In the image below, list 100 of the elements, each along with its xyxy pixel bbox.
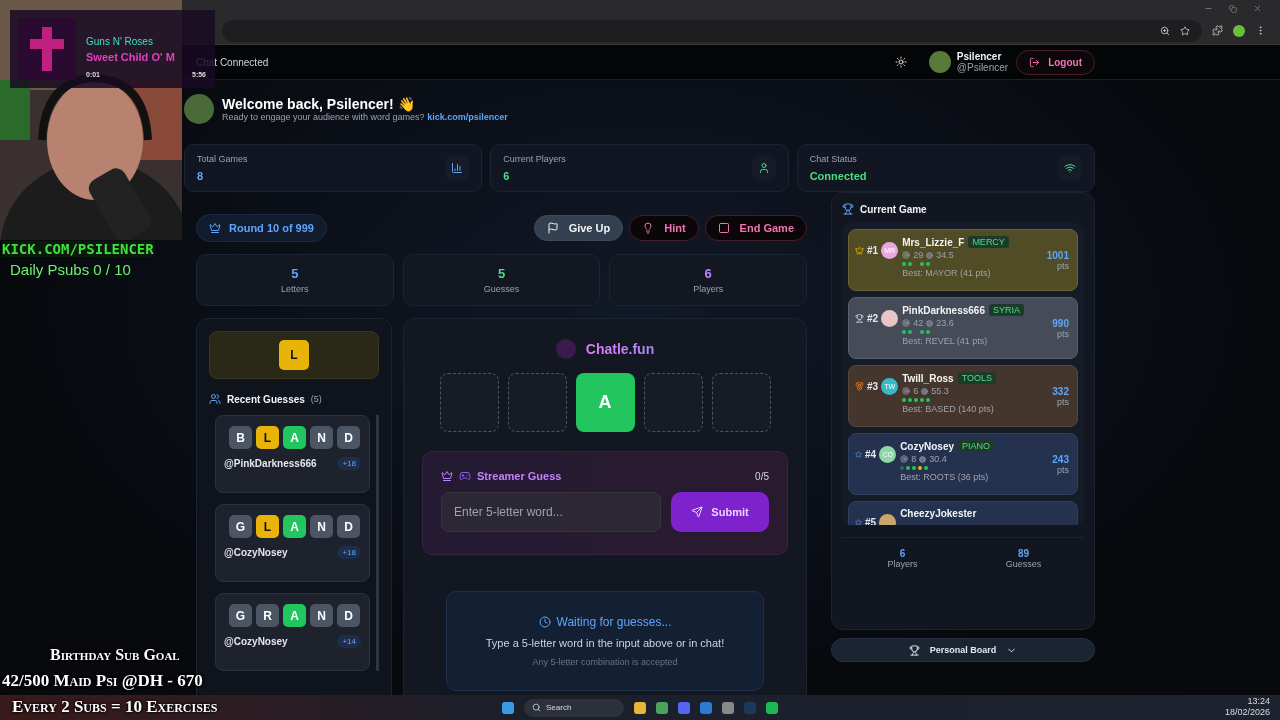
send-icon <box>691 506 704 518</box>
stat-value: 6 <box>503 170 511 182</box>
waiting-title: Waiting for guesses... <box>556 615 672 629</box>
waiting-text: Type a 5-letter word in the input above or in chat! <box>485 637 725 649</box>
guess-dots <box>902 330 931 334</box>
player-name: PinkDarkness666 <box>902 304 985 316</box>
give-up-button[interactable]: Give Up <box>533 215 624 241</box>
total-label: Players <box>886 559 919 569</box>
player-points: 990 <box>1052 317 1069 329</box>
taskbar-search[interactable]: Search <box>524 698 624 717</box>
points-badge: +18 <box>337 457 361 470</box>
letter-tile: D <box>337 604 360 627</box>
guess-user: @CozyNosey <box>224 547 288 558</box>
game-stat-value: 5 <box>291 266 299 281</box>
letter-tile: A <box>283 426 306 449</box>
average-time: 30.4 <box>929 454 947 464</box>
brand-title: Chatle.fun <box>585 341 655 357</box>
logout-button[interactable]: Logout <box>1016 49 1095 75</box>
guess-total: 6 <box>913 386 919 396</box>
waiting-note: Any 5-letter combination is accepted <box>532 657 678 667</box>
letter-tile: G <box>229 604 252 627</box>
end-game-button[interactable]: End Game <box>704 215 807 241</box>
player-points: 243 <box>1052 453 1069 465</box>
stat-label: Chat Status <box>809 154 858 164</box>
stat-label: Total Games <box>197 154 249 164</box>
theme-toggle-icon[interactable] <box>894 56 907 68</box>
best-word: Best: ROOTS (36 pts) <box>900 472 990 482</box>
player-name: Twill_Ross <box>902 372 954 384</box>
crown-icon <box>209 222 221 234</box>
best-word: Best: BASED (140 pts) <box>902 404 995 414</box>
total-label: Guesses <box>1004 559 1043 569</box>
letter-tile: A <box>575 373 635 432</box>
square-icon <box>717 222 730 234</box>
submit-button[interactable]: Submit <box>671 492 769 532</box>
profile-avatar[interactable] <box>1233 24 1245 37</box>
letter-tile: D <box>337 515 360 538</box>
player-rank: #1 <box>867 245 879 256</box>
points-unit: pts <box>1056 328 1069 339</box>
word-tag: MERCY <box>968 236 1009 248</box>
letter-tile: R <box>256 604 279 627</box>
app-icon[interactable] <box>700 701 712 714</box>
average-time: 34.5 <box>936 250 954 260</box>
round-badge: Round 10 of 999 <box>196 214 327 242</box>
player-name: Mrs_Lizzie_F <box>902 236 965 248</box>
crown-icon <box>441 470 453 482</box>
player-rank: #4 <box>865 449 877 460</box>
game-stat-value: 6 <box>704 266 712 281</box>
points-unit: pts <box>1056 260 1069 271</box>
streamer-guess-title: Streamer Guess <box>477 470 562 482</box>
users-icon <box>209 393 221 405</box>
letter-tile: N <box>310 515 333 538</box>
close-icon[interactable] <box>1253 4 1262 13</box>
guess-user: @PinkDarkness666 <box>224 458 317 469</box>
welcome-title: Welcome back, Psilencer! 👋 <box>222 96 416 112</box>
current-game-title: Current Game <box>860 203 927 215</box>
welcome-subtitle: Ready to engage your audience with word games? kick.com/psilencer <box>222 112 508 122</box>
points-unit: pts <box>1056 464 1069 475</box>
guess-total: 42 <box>913 318 924 328</box>
channel-link[interactable]: kick.com/psilencer <box>427 112 508 122</box>
total-value: 6 <box>898 548 907 559</box>
player-points: 332 <box>1052 385 1069 397</box>
hint-button[interactable]: Hint <box>629 215 699 241</box>
logout-icon <box>1029 56 1041 68</box>
user-handle: @Psilencer <box>956 62 1009 73</box>
trophy-icon <box>842 203 854 215</box>
goal-text: Every 2 Subs = 10 Exercises <box>11 696 218 718</box>
best-word: Best: REVEL (41 pts) <box>902 336 989 346</box>
letter-tile: L <box>256 515 279 538</box>
flag-icon <box>546 222 559 234</box>
wifi-icon <box>1064 162 1076 174</box>
stat-value: 8 <box>197 170 205 182</box>
guess-user: @CozyNosey <box>224 636 288 647</box>
word-tag: PIANO <box>958 440 995 452</box>
zoom-icon[interactable] <box>1160 25 1170 36</box>
player-name: CheezyJokester <box>900 508 977 519</box>
user-avatar <box>928 51 951 73</box>
player-points: 1001 <box>1046 249 1069 261</box>
channel-url: KICK.COM/PSILENCER <box>2 241 154 257</box>
search-icon <box>532 703 541 712</box>
letter-tile: B <box>229 426 252 449</box>
word-tag: TOOLS <box>957 372 996 384</box>
bookmark-star-icon[interactable] <box>1180 25 1190 36</box>
word-tag: SYRIA <box>988 304 1024 316</box>
daily-subs: Daily Psubs 0 / 10 <box>10 261 131 278</box>
guess-dots <box>902 398 931 402</box>
best-word: Best: MAYOR (41 pts) <box>902 268 992 278</box>
personal-board-button[interactable]: Personal Board <box>831 638 1095 662</box>
guess-input[interactable]: Enter 5-letter word... <box>441 492 661 532</box>
song-artist: Guns N' Roses <box>86 36 154 47</box>
guess-dots <box>900 466 929 470</box>
game-stat-label: Guesses <box>483 284 520 294</box>
app-icon[interactable] <box>722 701 734 714</box>
extensions-icon[interactable] <box>1212 25 1223 36</box>
lightbulb-icon <box>642 222 655 234</box>
letter-tile: N <box>310 426 333 449</box>
clock-icon <box>538 616 551 628</box>
clock-time: 13:24 <box>1247 696 1270 707</box>
letter-tile: D <box>337 426 360 449</box>
guess-total: 8 <box>911 454 917 464</box>
average-time: 55.3 <box>931 386 949 396</box>
